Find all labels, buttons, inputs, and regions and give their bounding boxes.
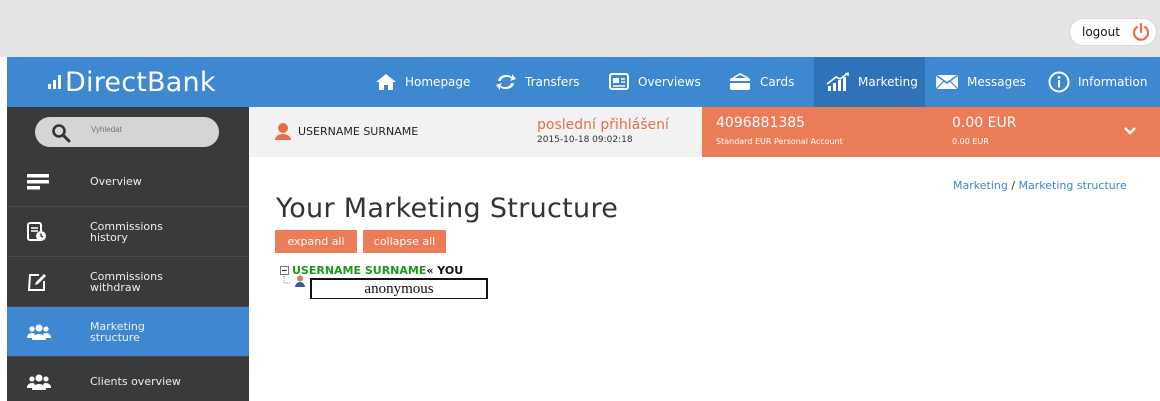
tree-child-node[interactable]: anonymous [310,278,488,299]
logout-label: logout [1082,25,1120,39]
nav-label: Marketing [858,75,918,89]
nav-messages[interactable]: Messages [935,57,1026,107]
sidebar-item-label: Commissions withdraw [90,269,163,294]
chevron-down-icon[interactable] [1124,126,1136,136]
page-title: Your Marketing Structure [276,193,619,224]
info-icon [1048,71,1070,93]
edit-icon [27,273,46,291]
nav-cards[interactable]: Cards [728,57,794,107]
breadcrumb: Marketing / Marketing structure [953,179,1127,192]
users-icon [27,374,51,390]
users-icon [27,324,51,340]
top-strip: logout [0,0,1160,57]
sidebar-item-label: Commissions history [90,219,163,244]
tree-root-node[interactable]: USERNAME SURNAME « YOU [280,264,463,277]
sidebar-item-commissions-history[interactable]: Commissions history [7,207,249,257]
tree-connector-icon [283,276,291,284]
logo[interactable]: DirectBank [48,67,216,98]
nav-transfers[interactable]: Transfers [495,57,580,107]
cards-icon [730,73,750,90]
nav-information[interactable]: Information [1048,57,1147,107]
person-icon [295,275,305,287]
nav-marketing[interactable]: Marketing [814,57,925,107]
nav-label: Overviews [638,75,701,89]
marketing-tree: USERNAME SURNAME « YOU anonymous [280,264,488,299]
tree-root-you: « YOU [426,264,464,277]
sidebar-item-overview[interactable]: Overview [7,157,249,207]
sidebar: Overview Commissions history Commissions… [7,157,249,401]
sidebar-item-marketing-structure[interactable]: Marketing structure [7,307,249,357]
power-icon [1132,22,1150,41]
nav-label: Information [1078,75,1148,89]
breadcrumb-separator: / [1011,179,1016,192]
nav-label: Transfers [525,75,580,89]
sidebar-item-label: Marketing structure [90,319,145,344]
history-icon [27,221,46,241]
last-login-label: poslední přihlášení [537,117,669,133]
sidebar-item-commissions-withdraw[interactable]: Commissions withdraw [7,257,249,307]
user-block[interactable]: USERNAME SURNAME [274,122,418,140]
breadcrumb-current[interactable]: Marketing structure [1019,179,1127,192]
marketing-chart-icon [826,72,849,91]
home-icon [376,74,396,90]
tree-child-label: anonymous [364,280,434,297]
last-login: poslední přihlášení 2015-10-18 09:02:18 [537,117,669,145]
tree-root-name: USERNAME SURNAME [292,264,427,277]
signal-bars-icon [48,73,64,91]
nav-homepage[interactable]: Homepage [375,57,470,107]
nav-label: Cards [760,75,795,89]
user-name: USERNAME SURNAME [298,124,419,138]
search-input[interactable] [91,125,211,134]
list-icon [27,173,49,189]
sidebar-item-label: Clients overview [90,375,181,388]
nav-label: Homepage [405,75,471,89]
sidebar-item-clients-overview[interactable]: Clients overview [7,357,249,401]
envelope-icon [935,74,959,90]
expand-all-button[interactable]: expand all [275,230,357,253]
search-box[interactable] [35,117,219,147]
nav-overviews[interactable]: Overviews [608,57,701,107]
last-login-time: 2015-10-18 09:02:18 [537,135,633,145]
account-selector[interactable]: 4096881385 Standard EUR Personal Account… [702,107,1160,157]
account-balance: 0.00 EUR [952,115,1017,131]
transfers-icon [496,74,516,90]
search-area [7,107,249,157]
nav-label: Messages [967,75,1026,89]
collapse-toggle-icon[interactable] [280,266,289,275]
overviews-icon [609,73,629,90]
user-icon [275,123,291,140]
collapse-all-button[interactable]: collapse all [363,230,446,253]
sidebar-item-label: Overview [90,175,142,188]
account-number: 4096881385 [716,115,806,131]
account-type: Standard EUR Personal Account [716,137,843,146]
breadcrumb-marketing-link[interactable]: Marketing [953,179,1008,192]
account-info-bar: USERNAME SURNAME poslední přihlášení 201… [7,107,1160,157]
logout-button[interactable]: logout [1070,19,1156,45]
account-balance-sub: 0.00 EUR [952,137,989,146]
search-icon[interactable] [51,123,71,143]
main-navbar: DirectBank Homepage Transfers Overviews [7,57,1160,107]
logo-text: DirectBank [65,67,216,98]
